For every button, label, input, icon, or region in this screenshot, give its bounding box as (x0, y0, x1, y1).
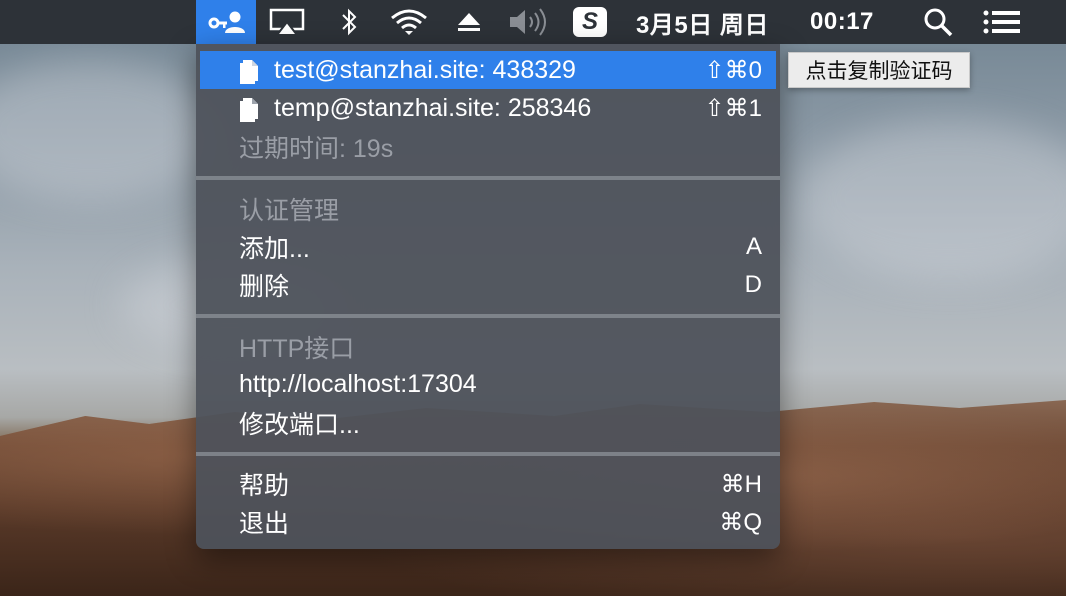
section-title: HTTP接口 (239, 335, 355, 363)
date-display[interactable]: 3月5日 周日 (636, 0, 796, 44)
code-shortcut: ⇧⌘1 (704, 94, 762, 122)
expiry-info: 过期时间: 19s (196, 128, 780, 166)
menu-bar: S 3月5日 周日 00:17 (0, 0, 1066, 44)
auth-section-header: 认证管理 (196, 190, 780, 228)
code-shortcut: ⇧⌘0 (704, 56, 762, 84)
delete-shortcut: D (744, 271, 762, 298)
wifi-button[interactable] (386, 0, 432, 44)
volume-button[interactable] (506, 0, 552, 44)
help-item[interactable]: 帮助 ⌘H (196, 465, 780, 503)
bluetooth-icon (342, 8, 357, 36)
code-item-temp[interactable]: temp@stanzhai.site: 258346 ⇧⌘1 (196, 89, 780, 127)
quit-item[interactable]: 退出 ⌘Q (196, 503, 780, 541)
notification-center-button[interactable] (980, 0, 1024, 44)
modify-port-label: 修改端口... (239, 411, 360, 439)
tooltip-text: 点击复制验证码 (805, 60, 953, 83)
bluetooth-button[interactable] (334, 0, 364, 44)
spotlight-search-icon (924, 8, 953, 37)
code-label: temp@stanzhai.site: 258346 (274, 93, 592, 122)
add-item[interactable]: 添加... A (196, 228, 780, 266)
delete-item[interactable]: 删除 D (196, 266, 780, 304)
delete-label: 删除 (239, 273, 290, 301)
wifi-icon (391, 9, 427, 35)
menu-separator (196, 452, 780, 456)
copy-document-icon (240, 98, 258, 122)
modify-port-item[interactable]: 修改端口... (196, 404, 780, 442)
volume-icon (510, 8, 546, 36)
clock-display[interactable]: 00:17 (810, 0, 886, 44)
quit-label: 退出 (239, 510, 290, 538)
quit-shortcut: ⌘Q (719, 508, 762, 536)
airplay-button[interactable] (264, 0, 310, 44)
sogou-input-icon: S (573, 7, 607, 37)
notification-center-icon (983, 10, 1020, 34)
key-person-icon (208, 11, 245, 33)
sogou-input-button[interactable]: S (572, 0, 608, 44)
time-label: 00:17 (810, 8, 874, 35)
eject-button[interactable] (452, 0, 486, 44)
add-label: 添加... (239, 235, 310, 263)
copy-document-icon (240, 60, 258, 84)
expiry-label: 过期时间: 19s (239, 135, 394, 163)
code-label: test@stanzhai.site: 438329 (274, 55, 576, 84)
code-item-test[interactable]: test@stanzhai.site: 438329 ⇧⌘0 (200, 51, 776, 89)
menu-separator (196, 176, 780, 180)
http-url-label: http://localhost:17304 (239, 369, 477, 398)
authenticator-dropdown-menu: test@stanzhai.site: 438329 ⇧⌘0 temp@stan… (196, 44, 780, 549)
authenticator-menu-button[interactable] (196, 0, 256, 44)
help-label: 帮助 (239, 472, 290, 500)
spotlight-button[interactable] (920, 0, 956, 44)
help-shortcut: ⌘H (720, 470, 762, 498)
menu-separator (196, 314, 780, 318)
eject-icon (458, 13, 480, 31)
add-shortcut: A (745, 233, 762, 260)
date-label: 3月5日 周日 (636, 11, 769, 39)
airplay-icon (269, 8, 305, 36)
copy-code-tooltip: 点击复制验证码 (788, 52, 970, 88)
http-url-item[interactable]: http://localhost:17304 (196, 365, 780, 403)
section-title: 认证管理 (239, 197, 340, 225)
http-section-header: HTTP接口 (196, 328, 780, 366)
input-badge-label: S (581, 8, 598, 35)
